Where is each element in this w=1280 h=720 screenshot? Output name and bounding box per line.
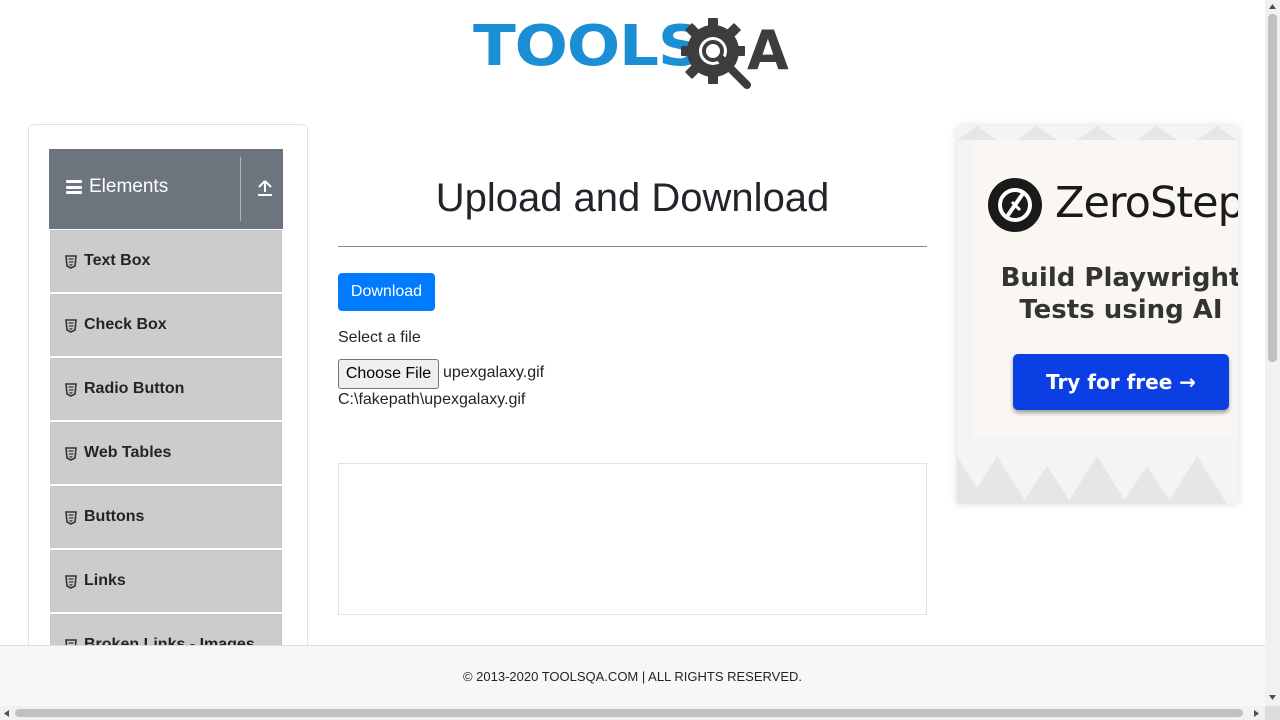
sidebar-group-elements[interactable]: Elements [49,149,283,229]
left-panel: Elements Text Box Check Box Radio Button… [28,124,308,686]
scrollbar-corner [1265,706,1280,720]
sidebar-menu: Text Box Check Box Radio Button Web Tabl… [50,230,282,678]
sidebar-group-title: Elements [89,176,169,197]
ad-headline: Build Playwright Tests using AI [973,262,1238,326]
select-file-label: Select a file [338,329,421,346]
sidebar-item-label: Buttons [84,508,145,525]
sidebar-item-label: Text Box [84,252,151,269]
zerostep-logo-icon [988,178,1042,232]
sidebar-item-web-tables[interactable]: Web Tables [50,422,282,484]
group-header-divider [240,157,241,221]
sidebar-item-text-box[interactable]: Text Box [50,230,282,292]
horizontal-scroll-thumb[interactable] [15,709,1243,717]
ad-brand-name: ZeroStep [1055,178,1238,228]
ad-placeholder-box [338,463,927,615]
upload-arrow-icon[interactable] [257,179,273,197]
uploaded-file-path: C:\fakepath\upexgalaxy.gif [338,391,526,408]
selected-file-name: upexgalaxy.gif [443,364,545,381]
sidebar-item-links[interactable]: Links [50,550,282,612]
vertical-scrollbar[interactable] [1265,0,1280,706]
toolsqa-logo[interactable]: TOOLS A [473,15,797,91]
footer-copyright: © 2013-2020 TOOLSQA.COM | ALL RIGHTS RES… [462,669,803,684]
horizontal-scrollbar[interactable] [0,706,1265,720]
logo-text-tools: TOOLS [473,14,703,79]
footer: © 2013-2020 TOOLSQA.COM | ALL RIGHTS RES… [0,645,1265,707]
try-for-free-button[interactable]: Try for free → [1013,354,1229,410]
sidebar-item-label: Links [84,572,126,589]
title-divider [338,246,927,247]
logo-text-a: A [747,19,789,82]
download-button[interactable]: Download [338,273,435,311]
ad-headline-line2: Tests using AI [1019,295,1223,325]
html5-icon [65,319,77,333]
zerostep-ad[interactable]: ZeroStep Build Playwright Tests using AI… [957,126,1238,504]
ad-content: ZeroStep Build Playwright Tests using AI… [973,140,1238,438]
hamburger-icon [66,180,82,194]
vertical-scroll-thumb[interactable] [1268,14,1277,362]
sidebar-item-label: Check Box [84,316,167,333]
sidebar-item-buttons[interactable]: Buttons [50,486,282,548]
scroll-left-arrow-icon[interactable] [3,709,11,718]
sidebar-item-radio-button[interactable]: Radio Button [50,358,282,420]
html5-icon [65,447,77,461]
scroll-up-arrow-icon[interactable] [1268,3,1277,11]
ad-headline-line1: Build Playwright [1000,263,1238,293]
html5-icon [65,383,77,397]
scroll-down-arrow-icon[interactable] [1268,693,1277,701]
gear-magnifier-icon [681,18,751,89]
sidebar-item-label: Web Tables [84,444,172,461]
page-title: Upload and Download [435,176,830,220]
sidebar-item-label: Radio Button [84,380,185,397]
html5-icon [65,511,77,525]
html5-icon [65,255,77,269]
scroll-right-arrow-icon[interactable] [1252,709,1260,718]
choose-file-button[interactable]: Choose File [338,359,439,389]
sidebar-item-check-box[interactable]: Check Box [50,294,282,356]
html5-icon [65,575,77,589]
